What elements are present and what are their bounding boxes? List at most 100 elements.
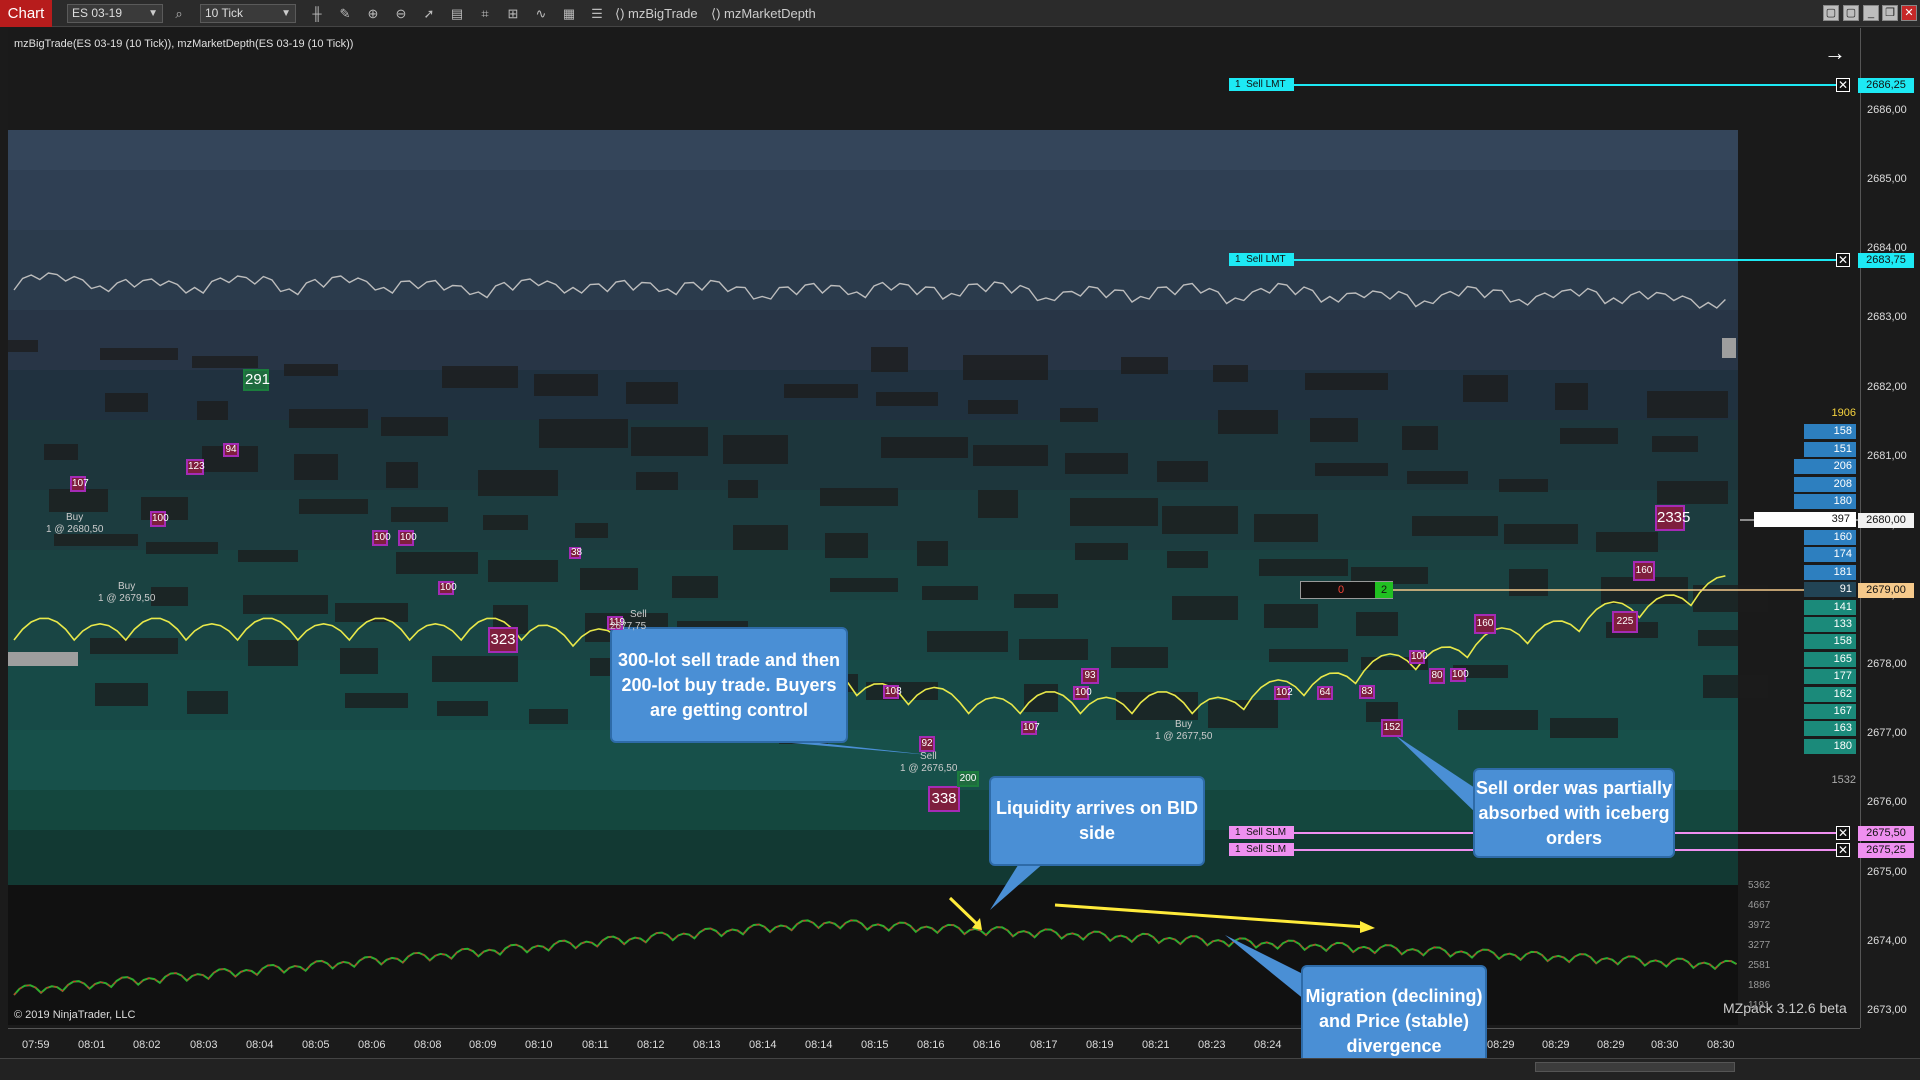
depth-heatmap-cell <box>44 444 78 460</box>
depth-heatmap-cell <box>187 691 228 714</box>
depth-heatmap-cell <box>238 550 298 562</box>
big-trade-marker[interactable]: 225 <box>1612 611 1638 633</box>
bid-volume: 158 <box>1804 634 1856 650</box>
big-trade-marker[interactable]: 160 <box>1474 614 1496 634</box>
time-label: 08:21 <box>1142 1039 1170 1051</box>
depth-heatmap-band <box>8 170 1738 230</box>
position-quantity: 2 <box>1375 582 1393 598</box>
big-trade-marker[interactable]: 100 <box>372 530 391 546</box>
price-tag[interactable]: 2683,75 <box>1858 253 1914 268</box>
depth-heatmap-cell <box>1121 357 1168 374</box>
price-label: 2675,00 <box>1867 866 1907 878</box>
time-label: 08:08 <box>414 1039 442 1051</box>
depth-cell <box>8 652 78 666</box>
trade-side-label: Sell <box>630 609 647 620</box>
annotation-callout: Sell order was partially absorbed with i… <box>1473 768 1675 858</box>
depth-heatmap-cell <box>1647 391 1728 418</box>
trade-fill-label: 1 @ 2676,50 <box>900 763 958 774</box>
big-trade-marker[interactable]: 102 <box>1274 686 1293 700</box>
big-trade-marker[interactable]: 107 <box>70 476 89 492</box>
price-tag[interactable]: 2686,25 <box>1858 78 1914 93</box>
big-trade-marker[interactable]: 323 <box>488 627 518 653</box>
cancel-order-icon[interactable]: ✕ <box>1836 78 1850 92</box>
time-label: 08:29 <box>1597 1039 1625 1051</box>
depth-heatmap-cell <box>1075 543 1128 560</box>
big-trade-marker[interactable]: 93 <box>1081 668 1099 684</box>
bid-total: 1532 <box>1831 774 1856 786</box>
arrow-right-icon[interactable]: → <box>1824 40 1846 66</box>
bid-volume: 165 <box>1804 651 1856 667</box>
depth-heatmap-cell <box>1504 524 1578 544</box>
bid-volume: 162 <box>1804 686 1856 702</box>
bid-volume: 133 <box>1804 617 1856 632</box>
big-trade-marker[interactable]: 94 <box>223 443 239 457</box>
big-trade-marker[interactable]: 338 <box>928 786 960 812</box>
depth-heatmap-cell <box>876 392 938 406</box>
volume-label: 3972 <box>1748 920 1771 931</box>
chart-canvas <box>8 84 1860 1025</box>
big-trade-marker[interactable]: 83 <box>1359 685 1375 699</box>
big-trade-marker[interactable]: 152 <box>1381 719 1403 737</box>
big-trade-marker[interactable]: 64 <box>1317 686 1333 700</box>
time-label: 08:04 <box>246 1039 274 1051</box>
depth-heatmap-cell <box>825 533 868 558</box>
big-trade-marker[interactable]: 80 <box>1429 668 1445 684</box>
ask-volume: 158 <box>1804 424 1856 439</box>
order-label-sell-lmt[interactable]: 1 Sell LMT <box>1229 78 1294 91</box>
price-tag[interactable]: 2679,00 <box>1858 583 1914 598</box>
cancel-order-icon[interactable]: ✕ <box>1836 826 1850 840</box>
depth-heatmap-cell <box>1407 471 1468 484</box>
depth-heatmap-cell <box>1014 594 1058 608</box>
big-trade-marker[interactable]: 2335 <box>1655 505 1690 531</box>
price-tag[interactable]: 2680,00 <box>1858 513 1914 528</box>
depth-heatmap-cell <box>1698 630 1738 646</box>
volume-label: 4667 <box>1748 900 1771 911</box>
order-label-sell-lmt[interactable]: 1 Sell LMT <box>1229 253 1294 266</box>
big-trade-marker[interactable]: 38 <box>569 547 582 559</box>
depth-heatmap-cell <box>881 437 968 458</box>
price-label: 2682,00 <box>1867 381 1907 393</box>
big-trade-marker[interactable]: 200 <box>957 771 979 787</box>
depth-heatmap-cell <box>1167 551 1208 568</box>
depth-heatmap-cell <box>1560 428 1618 444</box>
big-trade-marker[interactable]: 160 <box>1633 561 1655 581</box>
big-trade-marker[interactable]: 123 <box>186 459 205 475</box>
order-type: Sell LMT <box>1246 254 1286 265</box>
current-depth-volume: 397 <box>1754 512 1856 527</box>
cancel-order-icon[interactable]: ✕ <box>1836 253 1850 267</box>
trade-side-label: Buy <box>1175 719 1193 730</box>
bid-volume: 163 <box>1804 721 1856 737</box>
price-label: 2678,00 <box>1867 658 1907 670</box>
big-trade-marker[interactable]: 100 <box>1450 668 1469 682</box>
order-label-sell-slm[interactable]: 1 Sell SLM <box>1229 826 1294 839</box>
volume-label: 3277 <box>1748 940 1771 951</box>
time-label: 08:09 <box>469 1039 497 1051</box>
cancel-order-icon[interactable]: ✕ <box>1836 843 1850 857</box>
big-trade-marker[interactable]: 100 <box>150 511 169 527</box>
depth-heatmap-cell <box>340 648 378 674</box>
depth-heatmap-cell <box>636 472 678 490</box>
depth-heatmap-cell <box>105 393 148 412</box>
order-label-sell-slm[interactable]: 1 Sell SLM <box>1229 843 1294 856</box>
big-trade-marker[interactable]: 107 <box>1021 721 1040 735</box>
price-tag[interactable]: 2675,25 <box>1858 843 1914 858</box>
big-trade-marker[interactable]: 92 <box>919 736 935 752</box>
big-trade-marker[interactable]: 291 <box>243 369 270 391</box>
trade-fill-label: 1 @ 2679,50 <box>98 593 156 604</box>
depth-heatmap-cell <box>437 701 488 716</box>
price-label: 2686,00 <box>1867 104 1907 116</box>
scrollbar-thumb[interactable] <box>1535 1062 1735 1072</box>
bid-volume: 180 <box>1804 738 1856 754</box>
big-trade-marker[interactable]: 108 <box>883 685 902 699</box>
big-trade-marker[interactable]: 100 <box>1073 686 1092 700</box>
big-trade-marker[interactable]: 100 <box>1409 650 1428 664</box>
big-trade-marker[interactable]: 100 <box>398 530 417 546</box>
depth-heatmap-cell <box>1111 647 1168 668</box>
price-label: 2673,00 <box>1867 1004 1907 1016</box>
depth-heatmap-cell <box>539 419 628 448</box>
time-label: 08:01 <box>78 1039 106 1051</box>
ask-volume: 180 <box>1794 494 1856 509</box>
price-tag[interactable]: 2675,50 <box>1858 826 1914 841</box>
big-trade-marker[interactable]: 100 <box>438 581 457 595</box>
depth-heatmap-cell <box>1213 365 1248 382</box>
